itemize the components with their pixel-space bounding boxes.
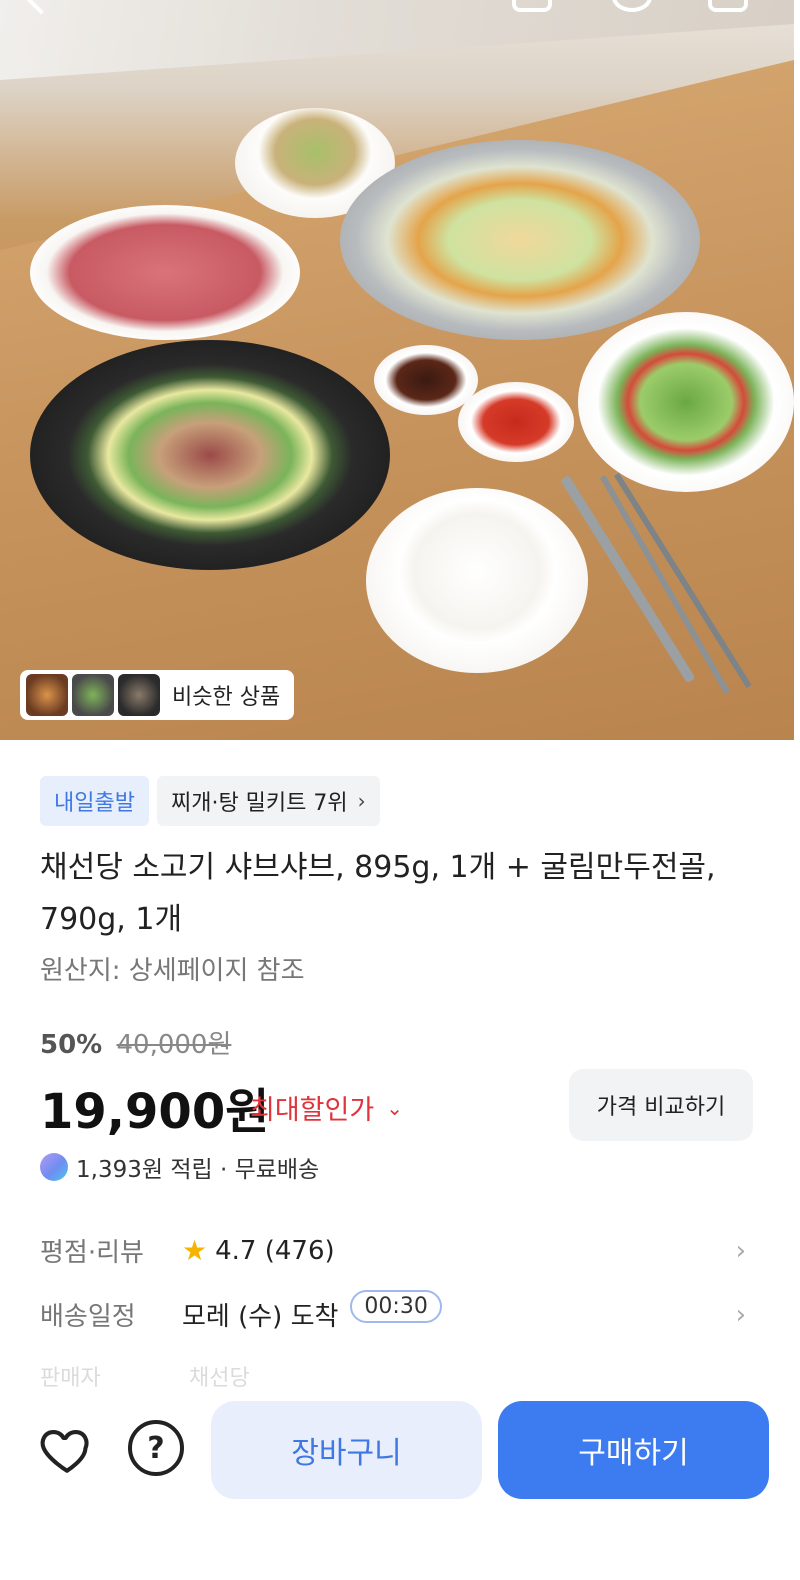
- star-icon: ★: [182, 1234, 208, 1267]
- shipping-value: 모레 (수) 도착: [182, 1302, 339, 1332]
- original-price: 40,000원: [116, 1030, 232, 1060]
- category-rank-chip[interactable]: 찌개·탕 밀키트 7위 ›: [156, 776, 380, 826]
- category-rank-label: 찌개·탕 밀키트 7위: [170, 791, 348, 816]
- cart-icon[interactable]: [708, 0, 748, 12]
- max-discount-label: 최대할인가: [250, 1095, 375, 1126]
- max-discount-toggle[interactable]: 최대할인가 ⌄: [250, 1088, 403, 1127]
- reward-row: 1,393원 적립 · 무료배송: [40, 1150, 319, 1184]
- chevron-right-icon: ›: [357, 789, 366, 813]
- similar-thumb: [26, 674, 68, 716]
- rice-bowl: [366, 488, 588, 673]
- rating-row[interactable]: 평점·리뷰 ★ 4.7 (476) ›: [40, 1232, 760, 1269]
- reward-coin-icon: [40, 1153, 68, 1181]
- countdown-timer: 00:30: [350, 1290, 442, 1323]
- home-icon[interactable]: [512, 0, 552, 12]
- heart-icon[interactable]: [38, 1420, 96, 1478]
- chili-sauce-dish: [458, 382, 574, 462]
- hotpot: [340, 140, 700, 340]
- discount-row: 50% 40,000원: [40, 1024, 231, 1061]
- product-title: 채선당 소고기 샤브샤브, 895g, 1개 + 굴림만두전골, 790g, 1…: [40, 850, 716, 937]
- add-to-cart-button[interactable]: 장바구니: [211, 1401, 482, 1499]
- sale-price: 19,900원: [40, 1084, 270, 1140]
- rating-value-wrap: ★ 4.7 (476): [182, 1234, 335, 1267]
- delivery-badge: 내일출발: [40, 776, 149, 826]
- seller-key: 판매자: [40, 1366, 101, 1390]
- similar-products-label: 비슷한 상품: [172, 685, 281, 710]
- product-hero-image[interactable]: 비슷한 상품: [0, 0, 794, 740]
- meat-plate: [30, 205, 300, 340]
- vegetable-pan: [30, 340, 390, 570]
- similar-thumb: [72, 674, 114, 716]
- shipping-row[interactable]: 배송일정 모레 (수) 도착 00:30 ›: [40, 1290, 760, 1333]
- rating-value: 4.7 (476): [215, 1235, 335, 1266]
- chevron-right-icon: ›: [735, 1299, 746, 1330]
- salad-bowl: [578, 312, 794, 492]
- origin-info: 원산지: 상세페이지 참조: [40, 956, 305, 986]
- question-icon[interactable]: ?: [128, 1420, 184, 1476]
- chevron-right-icon: ›: [735, 1235, 746, 1266]
- similar-thumb: [118, 674, 160, 716]
- seller-row: 판매자 채선당: [40, 1360, 760, 1390]
- shipping-value-wrap: 모레 (수) 도착 00:30: [182, 1290, 442, 1333]
- chevron-down-icon: ⌄: [386, 1095, 403, 1120]
- badge-row: 내일출발 찌개·탕 밀키트 7위 ›: [40, 776, 380, 826]
- buy-now-button[interactable]: 구매하기: [498, 1401, 769, 1499]
- discount-percent: 50%: [40, 1030, 103, 1060]
- shipping-key: 배송일정: [40, 1302, 136, 1332]
- rating-key: 평점·리뷰: [40, 1238, 144, 1268]
- seller-value: 채선당: [189, 1366, 250, 1390]
- similar-products-button[interactable]: 비슷한 상품: [20, 670, 295, 720]
- reward-text: 1,393원 적립 · 무료배송: [76, 1157, 320, 1183]
- compare-price-button[interactable]: 가격 비교하기: [569, 1069, 753, 1141]
